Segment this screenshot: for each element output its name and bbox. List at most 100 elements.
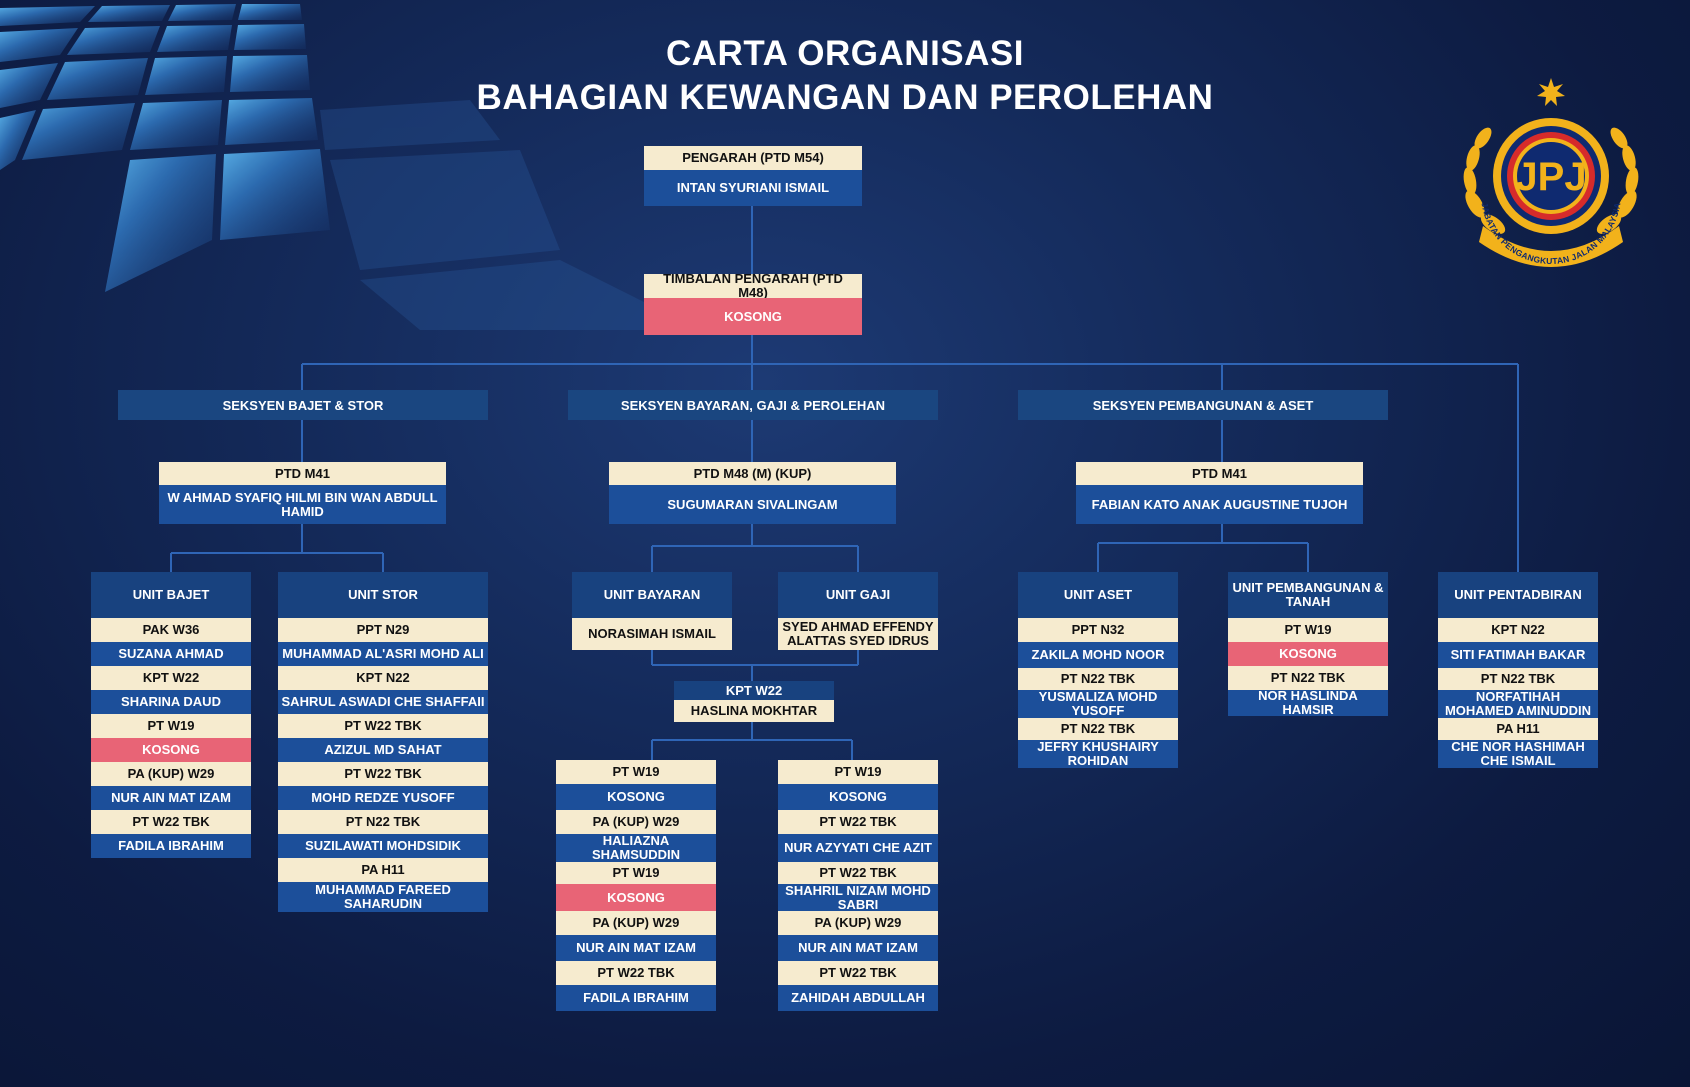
list-item: KPT W22 [91,666,251,690]
unit-pentadbiran: UNIT PENTADBIRAN KPT N22 SITI FATIMAH BA… [1438,572,1598,768]
list-item: ZAKILA MOHD NOOR [1018,642,1178,668]
list-item: PT W19 [1228,618,1388,642]
list-item: PPT N32 [1018,618,1178,642]
list-item: ZAHIDAH ABDULLAH [778,985,938,1011]
list-item: NUR AZYYATI CHE AZIT [778,834,938,862]
timbalan-name: KOSONG [644,298,862,335]
list-item: FADILA IBRAHIM [91,834,251,858]
list-item: PT W22 TBK [278,714,488,738]
unit-stor: UNIT STOR PPT N29 MUHAMMAD AL'ASRI MOHD … [278,572,488,912]
list-item: SHARINA DAUD [91,690,251,714]
list-item: PT N22 TBK [1018,718,1178,740]
section-head-pembangunan: PTD M41 FABIAN KATO ANAK AUGUSTINE TUJOH [1076,462,1363,524]
gaji-staff: PT W19 KOSONG PT W22 TBK NUR AZYYATI CHE… [778,760,938,1011]
list-item: PPT N29 [278,618,488,642]
list-item: NUR AIN MAT IZAM [556,935,716,961]
list-item: PT N22 TBK [1228,666,1388,690]
list-item: KOSONG [91,738,251,762]
head-grade: PTD M41 [159,462,446,485]
list-item: SAHRUL ASWADI CHE SHAFFAII [278,690,488,714]
list-item: PA H11 [1438,718,1598,740]
list-item: PAK W36 [91,618,251,642]
timbalan-box: TIMBALAN PENGARAH (PTD M48) KOSONG [644,274,862,335]
section-pembangunan-aset: SEKSYEN PEMBANGUNAN & ASET [1018,390,1388,420]
unit-title: UNIT PEMBANGUNAN & TANAH [1228,572,1388,618]
list-item: KPT N22 [1438,618,1598,642]
head-grade: PTD M48 (M) (KUP) [609,462,896,485]
list-item: MOHD REDZE YUSOFF [278,786,488,810]
list-item: NUR AIN MAT IZAM [778,935,938,961]
kpt-box: KPT W22 HASLINA MOKHTAR [674,681,834,722]
list-item: NORFATIHAH MOHAMED AMINUDDIN [1438,690,1598,718]
list-item: NUR AIN MAT IZAM [91,786,251,810]
section-head-bayaran: PTD M48 (M) (KUP) SUGUMARAN SIVALINGAM [609,462,896,524]
jpj-logo-icon: JPJ JABATAN PENGANGKUTAN JALAN MALAYSIA [1463,78,1639,267]
section-bayaran-gaji: SEKSYEN BAYARAN, GAJI & PEROLEHAN [568,390,938,420]
list-item: NOR HASLINDA HAMSIR [1228,690,1388,716]
unit-bayaran: UNIT BAYARAN NORASIMAH ISMAIL [572,572,732,650]
list-item: PA H11 [278,858,488,882]
list-item: KOSONG [1228,642,1388,666]
section-head-bajet: PTD M41 W AHMAD SYAFIQ HILMI BIN WAN ABD… [159,462,446,524]
list-item: PT N22 TBK [1018,668,1178,690]
list-item: SYED AHMAD EFFENDY ALATTAS SYED IDRUS [778,618,938,650]
unit-title: UNIT STOR [278,572,488,618]
list-item: SITI FATIMAH BAKAR [1438,642,1598,668]
head-name: W AHMAD SYAFIQ HILMI BIN WAN ABDULL HAMI… [159,485,446,524]
list-item: SUZILAWATI MOHDSIDIK [278,834,488,858]
list-item: PT W22 TBK [278,762,488,786]
unit-gaji: UNIT GAJI SYED AHMAD EFFENDY ALATTAS SYE… [778,572,938,650]
head-name: SUGUMARAN SIVALINGAM [609,485,896,524]
unit-title: UNIT ASET [1018,572,1178,618]
list-item: KOSONG [778,784,938,810]
list-item: PT W19 [556,862,716,884]
bayaran-staff: PT W19 KOSONG PA (KUP) W29 HALIAZNA SHAM… [556,760,716,1011]
list-item: PT W19 [91,714,251,738]
list-item: HALIAZNA SHAMSUDDIN [556,834,716,862]
unit-aset: UNIT ASET PPT N32 ZAKILA MOHD NOOR PT N2… [1018,572,1178,768]
list-item: KOSONG [556,884,716,911]
list-item: SHAHRIL NIZAM MOHD SABRI [778,884,938,911]
list-item: FADILA IBRAHIM [556,985,716,1011]
list-item: PT N22 TBK [1438,668,1598,690]
list-item: PA (KUP) W29 [91,762,251,786]
pengarah-name: INTAN SYURIANI ISMAIL [644,170,862,206]
unit-pembangunan-tanah: UNIT PEMBANGUNAN & TANAH PT W19 KOSONG P… [1228,572,1388,716]
list-item: PT W19 [778,760,938,784]
list-item: PT N22 TBK [278,810,488,834]
list-item: SUZANA AHMAD [91,642,251,666]
head-name: FABIAN KATO ANAK AUGUSTINE TUJOH [1076,485,1363,524]
list-item: NORASIMAH ISMAIL [572,618,732,650]
svg-text:JPJ: JPJ [1515,155,1586,199]
head-grade: PTD M41 [1076,462,1363,485]
list-item: AZIZUL MD SAHAT [278,738,488,762]
list-item: JEFRY KHUSHAIRY ROHIDAN [1018,740,1178,768]
list-item: PT W22 TBK [556,961,716,985]
unit-title: UNIT PENTADBIRAN [1438,572,1598,618]
list-item: MUHAMMAD FAREED SAHARUDIN [278,882,488,912]
list-item: KOSONG [556,784,716,810]
unit-title: UNIT BAJET [91,572,251,618]
unit-title: UNIT BAYARAN [572,572,732,618]
kpt-grade: KPT W22 [674,681,834,700]
list-item: YUSMALIZA MOHD YUSOFF [1018,690,1178,718]
unit-bajet: UNIT BAJET PAK W36 SUZANA AHMAD KPT W22 … [91,572,251,858]
title-line-2: BAHAGIAN KEWANGAN DAN PEROLEHAN [476,78,1214,117]
list-item: MUHAMMAD AL'ASRI MOHD ALI [278,642,488,666]
list-item: PT W19 [556,760,716,784]
title-line-1: CARTA ORGANISASI [666,34,1024,73]
pengarah-grade: PENGARAH (PTD M54) [644,146,862,170]
section-bajet-stor: SEKSYEN BAJET & STOR [118,390,488,420]
list-item: PT W22 TBK [778,862,938,884]
list-item: PA (KUP) W29 [778,911,938,935]
list-item: PT W22 TBK [91,810,251,834]
list-item: PT W22 TBK [778,961,938,985]
chart-title: CARTA ORGANISASI BAHAGIAN KEWANGAN DAN P… [400,32,1290,120]
list-item: CHE NOR HASHIMAH CHE ISMAIL [1438,740,1598,768]
kpt-name: HASLINA MOKHTAR [674,700,834,722]
timbalan-grade: TIMBALAN PENGARAH (PTD M48) [644,274,862,298]
list-item: KPT N22 [278,666,488,690]
list-item: PA (KUP) W29 [556,911,716,935]
unit-title: UNIT GAJI [778,572,938,618]
list-item: PA (KUP) W29 [556,810,716,834]
